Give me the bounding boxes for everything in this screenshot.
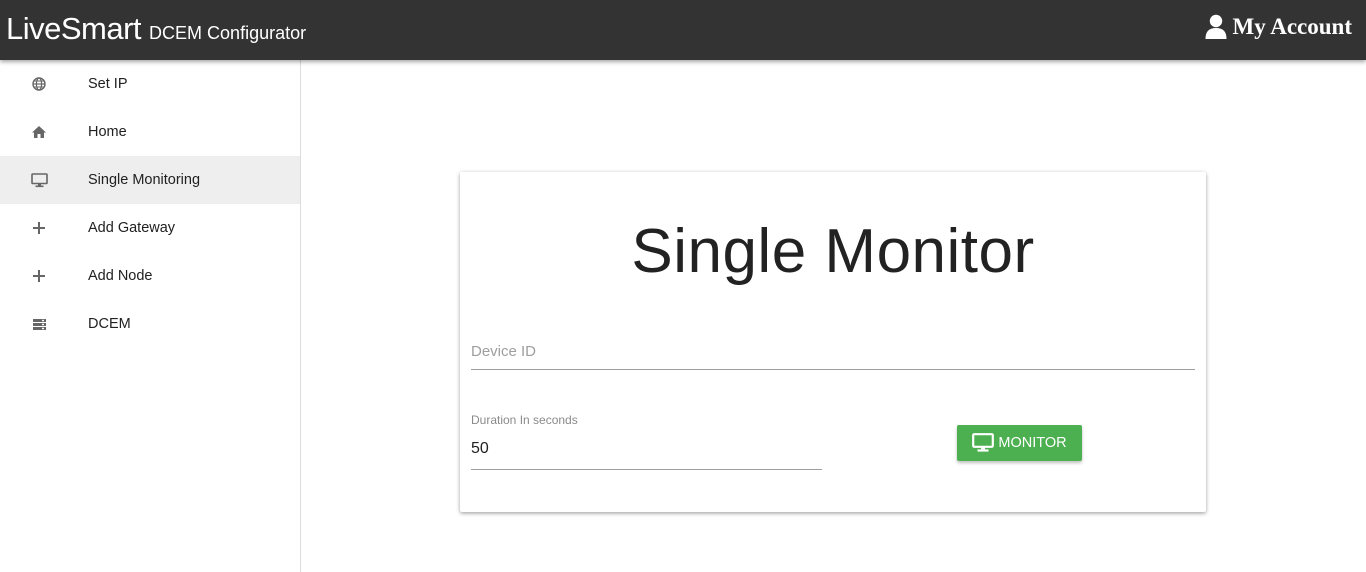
- server-icon: [30, 315, 48, 333]
- device-id-field: [471, 332, 1195, 370]
- sidebar: Set IP Home Single Monitoring Add Gatewa…: [0, 60, 301, 572]
- sidebar-item-label: Home: [88, 124, 127, 140]
- desktop-icon: [972, 433, 995, 452]
- sidebar-item-single-monitoring[interactable]: Single Monitoring: [0, 156, 300, 204]
- sidebar-item-set-ip[interactable]: Set IP: [0, 60, 300, 108]
- duration-label: Duration In seconds: [471, 413, 578, 427]
- duration-input[interactable]: [471, 434, 822, 464]
- sidebar-item-home[interactable]: Home: [0, 108, 300, 156]
- brand-name: LiveSmart: [6, 11, 142, 46]
- sidebar-item-add-gateway[interactable]: Add Gateway: [0, 204, 300, 252]
- duration-field: [471, 432, 822, 470]
- sidebar-item-add-node[interactable]: Add Node: [0, 252, 300, 300]
- my-account-button[interactable]: My Account: [1205, 14, 1352, 40]
- device-id-input[interactable]: [471, 336, 1195, 366]
- sidebar-item-label: Set IP: [88, 76, 128, 92]
- user-icon: [1205, 14, 1227, 39]
- single-monitor-card: Single Monitor Duration In seconds MONIT…: [460, 172, 1206, 512]
- brand[interactable]: LiveSmart DCEM Configurator: [6, 11, 306, 47]
- top-bar: LiveSmart DCEM Configurator My Account: [0, 0, 1366, 60]
- sidebar-item-dcem[interactable]: DCEM: [0, 300, 300, 348]
- my-account-label: My Account: [1232, 14, 1352, 39]
- monitor-button[interactable]: MONITOR: [957, 425, 1082, 461]
- main-content: Single Monitor Duration In seconds MONIT…: [301, 60, 1366, 572]
- sidebar-item-label: Add Gateway: [88, 220, 176, 236]
- plus-icon: [30, 219, 48, 237]
- monitor-button-label: MONITOR: [998, 435, 1067, 451]
- brand-subtitle: DCEM Configurator: [149, 23, 307, 43]
- page-title: Single Monitor: [631, 217, 1035, 286]
- sidebar-item-label: Single Monitoring: [88, 172, 201, 188]
- sidebar-item-label: DCEM: [88, 316, 131, 332]
- plus-icon: [30, 267, 48, 285]
- desktop-icon: [30, 171, 48, 189]
- sidebar-item-label: Add Node: [88, 268, 153, 284]
- globe-icon: [30, 75, 48, 93]
- home-icon: [30, 123, 48, 141]
